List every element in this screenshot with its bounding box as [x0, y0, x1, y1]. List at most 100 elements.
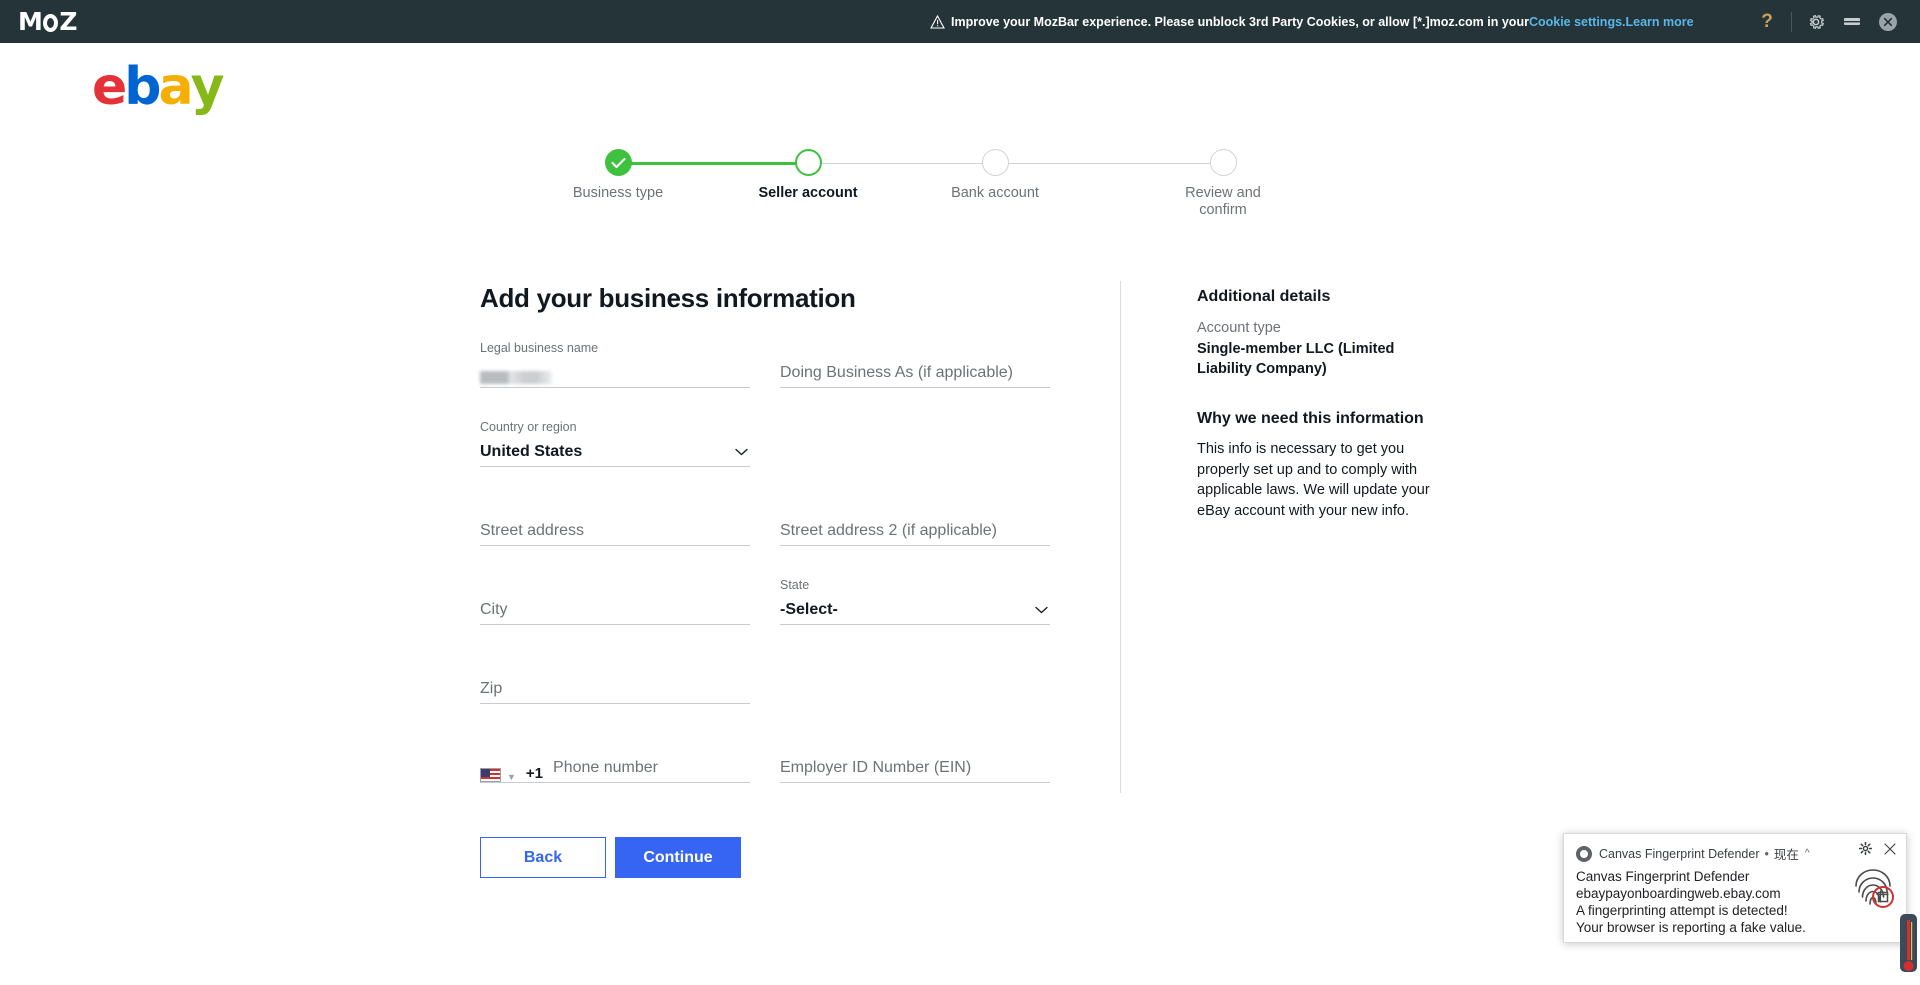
account-type-value: Single-member LLC (Limited Liability Com…	[1197, 339, 1452, 379]
why-we-need-body: This info is necessary to get you proper…	[1197, 439, 1452, 521]
logo-letter-b: b	[124, 61, 158, 113]
logo-letter-e: e	[92, 61, 124, 113]
flag-canton	[481, 769, 490, 777]
stepper-step-seller-account[interactable]: Seller account	[738, 143, 878, 202]
redaction-blur	[480, 371, 552, 384]
country-select[interactable]: United States	[480, 437, 750, 467]
street-address-2-input[interactable]	[780, 516, 1050, 546]
legal-business-name-value-redacted[interactable]	[480, 358, 750, 388]
doing-business-as-field[interactable]	[780, 341, 1050, 388]
legal-business-name-field[interactable]: Legal business name	[480, 341, 750, 388]
notification-domain: ebaypayonboardingweb.ebay.com	[1576, 885, 1894, 902]
step-dot-todo	[982, 149, 1009, 176]
continue-button[interactable]: Continue	[615, 837, 741, 878]
notification-line-2: Your browser is reporting a fake value.	[1576, 919, 1894, 936]
page-content: e b a y Business type Seller account Ban…	[0, 43, 1920, 937]
dial-code: +1	[526, 765, 543, 782]
city-input[interactable]	[480, 595, 750, 625]
help-icon[interactable]: ?	[1749, 11, 1785, 33]
state-value: -Select-	[780, 601, 838, 619]
close-icon[interactable]	[1870, 11, 1906, 33]
state-field[interactable]: State -Select-	[780, 578, 1050, 625]
street-address-field[interactable]	[480, 499, 750, 546]
learn-more-link[interactable]: Learn more	[1626, 15, 1694, 29]
cookie-settings-link[interactable]: Cookie settings.	[1529, 15, 1626, 29]
phone-number-field[interactable]: ▼ +1	[480, 736, 750, 783]
us-flag-icon	[480, 768, 501, 782]
gear-icon[interactable]	[1859, 842, 1872, 860]
step-label: Business type	[548, 185, 688, 202]
stepper-step-review-confirm[interactable]: Review and confirm	[1168, 143, 1278, 219]
chrome-notification[interactable]: Canvas Fingerprint Defender • 现在 ^ Canva…	[1563, 833, 1907, 943]
notification-title: Canvas Fingerprint Defender	[1576, 868, 1894, 885]
toolbar-divider	[1791, 12, 1792, 32]
check-icon	[605, 149, 632, 176]
country-label: Country or region	[480, 420, 577, 435]
additional-details-panel: Additional details Account type Single-m…	[1197, 288, 1452, 521]
chevron-up-icon[interactable]: ^	[1805, 848, 1810, 859]
thermometer-icon[interactable]	[1899, 914, 1918, 980]
chevron-down-icon[interactable]: ▼	[507, 772, 516, 782]
mozbar-notice-text: Improve your MozBar experience. Please u…	[951, 15, 1529, 29]
extension-icon	[1576, 846, 1592, 862]
state-label: State	[780, 578, 809, 593]
additional-details-heading: Additional details	[1197, 288, 1452, 306]
mozbar-toolbar: MZ Improve your MozBar experience. Pleas…	[0, 0, 1920, 43]
ein-input[interactable]	[780, 753, 1050, 783]
state-select[interactable]: -Select-	[780, 595, 1050, 625]
zip-spacer	[780, 657, 1050, 704]
back-button[interactable]: Back	[480, 837, 606, 878]
step-label: Seller account	[738, 185, 878, 202]
why-we-need-heading: Why we need this information	[1197, 410, 1452, 428]
city-field[interactable]	[480, 578, 750, 625]
step-dot-current	[795, 149, 822, 176]
column-divider	[1120, 281, 1121, 793]
doing-business-as-input[interactable]	[780, 358, 1050, 388]
gear-icon[interactable]	[1798, 12, 1834, 32]
zip-input[interactable]	[480, 674, 750, 704]
ein-field[interactable]	[780, 736, 1050, 783]
mozbar-actions: ?	[1749, 11, 1906, 33]
logo-letter-y: y	[191, 61, 222, 113]
chevron-down-icon	[735, 444, 750, 459]
country-value: United States	[480, 443, 582, 461]
form-row-city-state: State -Select-	[480, 578, 1080, 657]
street-address-input[interactable]	[480, 516, 750, 546]
form-row-name: Legal business name	[480, 341, 1080, 420]
account-type-label: Account type	[1197, 320, 1452, 336]
page-title: Add your business information	[480, 283, 1080, 314]
stepper-step-business-type[interactable]: Business type	[548, 143, 688, 202]
legal-business-name-label: Legal business name	[480, 341, 598, 356]
form-row-phone-ein: ▼ +1	[480, 736, 1080, 815]
form-row-street	[480, 499, 1080, 578]
notification-separator: •	[1765, 847, 1769, 861]
zip-field[interactable]	[480, 657, 750, 704]
form-row-country: Country or region United States	[480, 420, 1080, 499]
phone-row[interactable]: ▼ +1	[480, 753, 750, 783]
close-icon[interactable]	[1884, 842, 1896, 860]
step-dot-done	[605, 149, 632, 176]
street-address-2-field[interactable]	[780, 499, 1050, 546]
notification-time: 现在	[1774, 844, 1799, 863]
notification-body: Canvas Fingerprint Defender ebaypayonboa…	[1576, 868, 1894, 936]
phone-number-input[interactable]	[553, 754, 760, 782]
country-or-region-field[interactable]: Country or region United States	[480, 420, 750, 467]
country-spacer	[780, 420, 1050, 467]
fingerprint-icon	[1850, 864, 1896, 910]
chevron-down-icon	[1035, 602, 1050, 617]
ebay-logo[interactable]: e b a y	[92, 61, 222, 113]
notification-header: Canvas Fingerprint Defender • 现在 ^	[1576, 844, 1894, 863]
stepper-step-bank-account[interactable]: Bank account	[925, 143, 1065, 202]
logo-letter-a: a	[159, 61, 191, 113]
form-actions: Back Continue	[480, 837, 1080, 878]
moz-logo[interactable]: MZ	[18, 9, 77, 34]
moz-logo-ring	[43, 14, 58, 32]
notification-line-1: A fingerprinting attempt is detected!	[1576, 902, 1894, 919]
form-row-zip	[480, 657, 1080, 736]
warning-icon	[930, 15, 945, 29]
step-label: Bank account	[925, 185, 1065, 202]
step-label: Review and confirm	[1168, 185, 1278, 219]
business-information-form: Add your business information Legal busi…	[480, 283, 1080, 878]
minimize-icon[interactable]	[1834, 15, 1870, 29]
step-dot-todo	[1210, 149, 1237, 176]
